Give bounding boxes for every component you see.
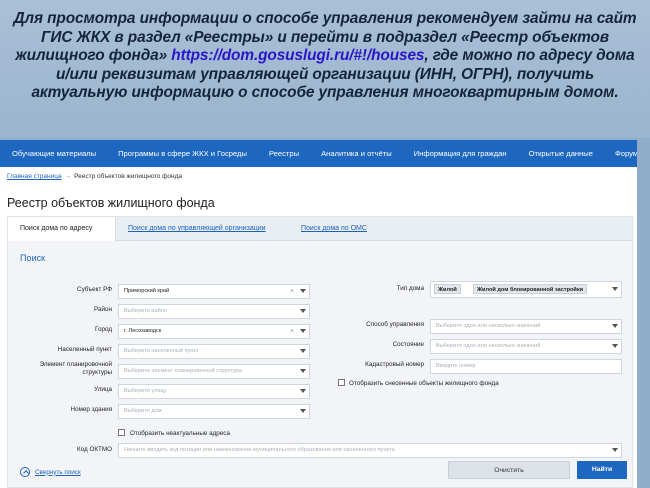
clear-icon[interactable]: ×: [290, 285, 294, 298]
chevron-up-circle-icon: [20, 467, 30, 477]
building-number-select[interactable]: Выберите дом: [118, 404, 310, 419]
building-number-label: Номер здания: [70, 406, 112, 413]
chevron-down-icon: [612, 324, 618, 328]
demolished-checkbox-label: Отобразить снесенные объекты жилищного ф…: [349, 380, 499, 387]
street-select[interactable]: Выберите улицу: [118, 384, 310, 399]
find-button[interactable]: Найти: [577, 461, 627, 479]
management-method-label: Способ управления: [366, 321, 424, 328]
settlement-placeholder: Выберите населенный пункт: [124, 348, 199, 354]
settlement-label: Населенный пункт: [57, 346, 112, 353]
nav-item-citizens[interactable]: Информация для граждан: [403, 149, 518, 158]
oktmo-label: Код ОКТМО: [76, 446, 112, 453]
management-method-placeholder: Выберите одно или несколько значений: [436, 323, 541, 329]
page-title: Реестр объектов жилищного фонда: [7, 196, 215, 210]
search-tabs: Поиск дома по адресу Поиск дома по управ…: [8, 217, 632, 241]
chevron-down-icon: [300, 289, 306, 293]
breadcrumb-separator: →: [64, 173, 72, 180]
top-nav: Обучающие материалы Программы в сфере ЖК…: [0, 140, 637, 167]
street-placeholder: Выберите улицу: [124, 388, 167, 394]
planning-element-label: Элемент планировочной структуры: [39, 361, 112, 376]
house-type-chip-residential[interactable]: Жилой: [434, 284, 461, 294]
oktmo-input[interactable]: Начните вводить код позиции или наименов…: [118, 443, 622, 458]
instruction-banner: Для просмотра информации о способе управ…: [0, 0, 650, 138]
street-label: Улица: [94, 386, 112, 393]
collapse-search-label: Свернуть поиск: [35, 468, 81, 476]
cadastral-number-input[interactable]: Введите номер: [430, 359, 622, 374]
subject-value: Приморский край: [124, 288, 170, 294]
chevron-down-icon: [300, 389, 306, 393]
settlement-select[interactable]: Выберите населенный пункт: [118, 344, 310, 359]
clear-icon[interactable]: ×: [290, 325, 294, 338]
house-type-label: Тип дома: [396, 285, 424, 292]
breadcrumb-current: Реестр объектов жилищного фонда: [74, 173, 183, 180]
chevron-down-icon: [300, 309, 306, 313]
chevron-down-icon: [300, 369, 306, 373]
clear-button[interactable]: Очистить: [448, 461, 570, 479]
collapse-search-toggle[interactable]: Свернуть поиск: [20, 467, 81, 477]
district-placeholder: Выберите район: [124, 308, 167, 314]
tab-search-by-oms[interactable]: Поиск дома по ОМС: [289, 217, 379, 241]
house-type-select[interactable]: Жилой Жилой дом блокированной застройки: [430, 281, 622, 298]
nav-item-forum[interactable]: Форум: [604, 149, 637, 158]
house-type-chip-blocked[interactable]: Жилой дом блокированной застройки: [473, 284, 588, 294]
district-select[interactable]: Выберите район: [118, 304, 310, 319]
status-label: Состояние: [392, 341, 424, 348]
breadcrumb: Главная страница → Реестр объектов жилищно…: [7, 173, 182, 180]
tab-search-by-address[interactable]: Поиск дома по адресу: [8, 217, 116, 241]
chevron-down-icon: [300, 329, 306, 333]
management-method-select[interactable]: Выберите одно или несколько значений: [430, 319, 622, 334]
gis-zhkh-screenshot: Обучающие материалы Программы в сфере ЖК…: [0, 140, 637, 488]
chevron-down-icon: [612, 448, 618, 452]
planning-element-select[interactable]: Выберите элемент планировочной структуры: [118, 364, 310, 379]
planning-element-placeholder: Выберите элемент планировочной структуры: [124, 368, 243, 374]
inactive-addresses-label: Отобразить неактуальные адреса: [130, 430, 230, 437]
building-number-placeholder: Выберите дом: [124, 408, 162, 414]
cadastral-number-label: Кадастровый номер: [365, 361, 424, 368]
demolished-checkbox[interactable]: [338, 379, 345, 386]
tab-search-by-management-org[interactable]: Поиск дома по управляющей организации: [116, 217, 278, 241]
chevron-down-icon: [612, 287, 618, 291]
status-placeholder: Выберите одно или несколько значений: [436, 343, 541, 349]
houses-registry-link[interactable]: https://dom.gosuslugi.ru/#!/houses: [171, 47, 424, 64]
breadcrumb-home[interactable]: Главная страница: [7, 173, 62, 180]
district-label: Район: [94, 306, 112, 313]
instruction-text: Для просмотра информации о способе управ…: [8, 10, 642, 103]
nav-item-registries[interactable]: Реестры: [258, 149, 310, 158]
oktmo-placeholder: Начните вводить код позиции или наименов…: [124, 447, 395, 453]
search-panel: Поиск дома по адресу Поиск дома по управ…: [7, 216, 633, 488]
subject-select[interactable]: Приморский край ×: [118, 284, 310, 299]
city-value: г. Лесозаводск: [124, 328, 162, 334]
nav-item-programs[interactable]: Программы в сфере ЖКХ и Госреды: [107, 149, 258, 158]
cadastral-number-placeholder: Введите номер: [436, 363, 476, 369]
chevron-down-icon: [300, 409, 306, 413]
subject-label: Субъект РФ: [77, 286, 112, 293]
nav-item-learning[interactable]: Обучающие материалы: [6, 149, 107, 158]
status-select[interactable]: Выберите одно или несколько значений: [430, 339, 622, 354]
nav-item-open-data[interactable]: Открытые данные: [518, 149, 604, 158]
search-section-title: Поиск: [20, 253, 45, 263]
nav-item-analytics[interactable]: Аналитика и отчёты: [310, 149, 403, 158]
city-label: Город: [94, 326, 112, 333]
inactive-addresses-checkbox[interactable]: [118, 429, 125, 436]
city-select[interactable]: г. Лесозаводск ×: [118, 324, 310, 339]
chevron-down-icon: [300, 349, 306, 353]
chevron-down-icon: [612, 344, 618, 348]
